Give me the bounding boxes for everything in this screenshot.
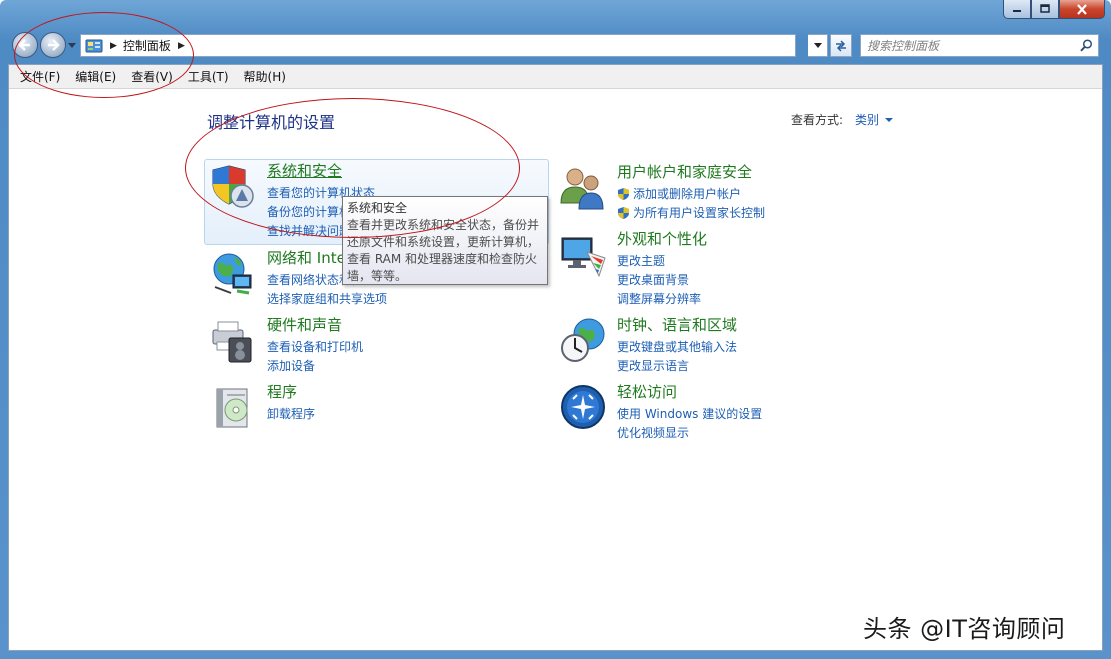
tooltip-title: 系统和安全 [347, 201, 408, 215]
content-area: 文件(F) 编辑(E) 查看(V) 工具(T) 帮助(H) 调整计算机的设置 查… [8, 64, 1103, 651]
search-box [860, 34, 1099, 57]
chevron-down-icon [885, 117, 894, 122]
tooltip-line: 查看 RAM 和处理器速度和检查防火 [347, 252, 538, 266]
network-globe-icon [213, 253, 252, 295]
category-links: 使用 Windows 建议的设置 优化视频显示 [617, 404, 762, 442]
maximize-button[interactable] [1031, 0, 1059, 19]
link-change-theme[interactable]: 更改主题 [617, 251, 701, 270]
breadcrumb-separator-icon[interactable]: ▶ [110, 41, 117, 51]
link-devices-printers[interactable]: 查看设备和打印机 [267, 337, 363, 356]
link-desktop-background[interactable]: 更改桌面背景 [617, 270, 701, 289]
link-add-device[interactable]: 添加设备 [267, 356, 363, 375]
printer-speaker-icon [212, 321, 252, 363]
back-arrow-icon [18, 39, 30, 51]
link-display-language[interactable]: 更改显示语言 [617, 356, 737, 375]
users-icon [560, 168, 604, 210]
category-title[interactable]: 外观和个性化 [617, 228, 707, 249]
tooltip-line: 查看并更改系统和安全状态，备份并 [347, 218, 540, 232]
link-add-remove-accounts[interactable]: 添加或删除用户帐户 [617, 184, 765, 203]
navigation-bar: ▶ 控制面板 ▶ [8, 30, 1105, 62]
link-recommended-settings[interactable]: 使用 Windows 建议的设置 [617, 404, 762, 423]
link-homegroup-sharing[interactable]: 选择家庭组和共享选项 [267, 289, 387, 308]
link-keyboard-input[interactable]: 更改键盘或其他输入法 [617, 337, 737, 356]
menu-view[interactable]: 查看(V) [126, 66, 178, 87]
programs-disc-icon [216, 388, 248, 428]
link-screen-resolution[interactable]: 调整屏幕分辨率 [617, 289, 701, 308]
category-title[interactable]: 系统和安全 [267, 160, 342, 181]
watermark-text: 头条 @IT咨询顾问 [863, 615, 1066, 643]
tooltip-line: 还原文件和系统设置，更新计算机， [347, 235, 540, 249]
category-links: 更改主题 更改桌面背景 调整屏幕分辨率 [617, 251, 701, 308]
address-dropdown-button[interactable] [808, 34, 828, 57]
history-dropdown-icon[interactable] [68, 41, 76, 49]
menu-bar: 文件(F) 编辑(E) 查看(V) 工具(T) 帮助(H) [9, 65, 1102, 89]
category-links: 更改键盘或其他输入法 更改显示语言 [617, 337, 737, 375]
category-links: 卸载程序 [267, 404, 315, 423]
address-bar[interactable]: ▶ 控制面板 ▶ [80, 34, 796, 57]
category-hardware-sound[interactable]: 硬件和声音 查看设备和打印机 添加设备 [205, 314, 550, 374]
view-by-label: 查看方式: [791, 113, 844, 127]
search-input[interactable] [861, 38, 1080, 53]
menu-file[interactable]: 文件(F) [15, 66, 65, 87]
category-title[interactable]: 硬件和声音 [267, 314, 342, 335]
page-title: 调整计算机的设置 [207, 113, 336, 132]
link-text: 添加或删除用户帐户 [633, 187, 742, 201]
clock-globe-icon [561, 318, 605, 362]
refresh-button[interactable] [830, 34, 852, 57]
monitor-palette-icon [561, 237, 606, 278]
link-uninstall-program[interactable]: 卸载程序 [267, 404, 315, 423]
view-by-value: 类别 [855, 113, 880, 127]
category-title[interactable]: 轻松访问 [617, 381, 677, 402]
category-links: 添加或删除用户帐户 为所有用户设置家长控制 [617, 184, 765, 222]
uac-shield-icon [618, 206, 629, 219]
minimize-icon [1013, 10, 1021, 12]
category-ease-of-access[interactable]: 轻松访问 使用 Windows 建议的设置 优化视频显示 [555, 381, 900, 441]
forward-arrow-icon [48, 39, 60, 51]
breadcrumb-control-panel[interactable]: 控制面板 [123, 37, 171, 54]
link-text: 为所有用户设置家长控制 [633, 206, 766, 220]
category-programs[interactable]: 程序 卸载程序 [205, 381, 550, 441]
view-by-dropdown[interactable]: 类别 [855, 111, 894, 128]
category-clock-language[interactable]: 时钟、语言和区域 更改键盘或其他输入法 更改显示语言 [555, 314, 900, 374]
tooltip-line: 墙，等等。 [347, 269, 408, 283]
search-icon[interactable] [1080, 39, 1093, 52]
chevron-down-icon [813, 42, 822, 48]
category-title[interactable]: 程序 [267, 381, 297, 402]
control-panel-icon [85, 39, 103, 52]
category-user-accounts[interactable]: 用户帐户和家庭安全 添加或删除用户帐户 为所有用户设置家长控制 [555, 161, 900, 221]
ease-of-access-icon [561, 385, 605, 429]
menu-edit[interactable]: 编辑(E) [70, 66, 121, 87]
forward-button[interactable] [40, 32, 66, 58]
close-button[interactable] [1059, 0, 1105, 19]
security-shield-icon [212, 165, 254, 208]
category-title[interactable]: 用户帐户和家庭安全 [617, 161, 752, 182]
link-optimize-video[interactable]: 优化视频显示 [617, 423, 762, 442]
category-title[interactable]: 时钟、语言和区域 [617, 314, 737, 335]
category-links: 查看设备和打印机 添加设备 [267, 337, 363, 375]
back-button[interactable] [12, 32, 38, 58]
maximize-icon [1040, 4, 1050, 13]
uac-shield-icon [618, 187, 629, 200]
category-tooltip: 系统和安全 查看并更改系统和安全状态，备份并 还原文件和系统设置，更新计算机， … [342, 196, 548, 285]
caption-buttons [1003, 0, 1105, 20]
breadcrumb-expand-icon[interactable]: ▶ [178, 41, 185, 51]
close-icon [1077, 3, 1087, 15]
menu-tools[interactable]: 工具(T) [183, 66, 234, 87]
link-parental-controls[interactable]: 为所有用户设置家长控制 [617, 203, 765, 222]
refresh-icon [836, 39, 846, 52]
category-appearance[interactable]: 外观和个性化 更改主题 更改桌面背景 调整屏幕分辨率 [555, 228, 900, 306]
menu-help[interactable]: 帮助(H) [239, 66, 291, 87]
minimize-button[interactable] [1003, 0, 1031, 19]
